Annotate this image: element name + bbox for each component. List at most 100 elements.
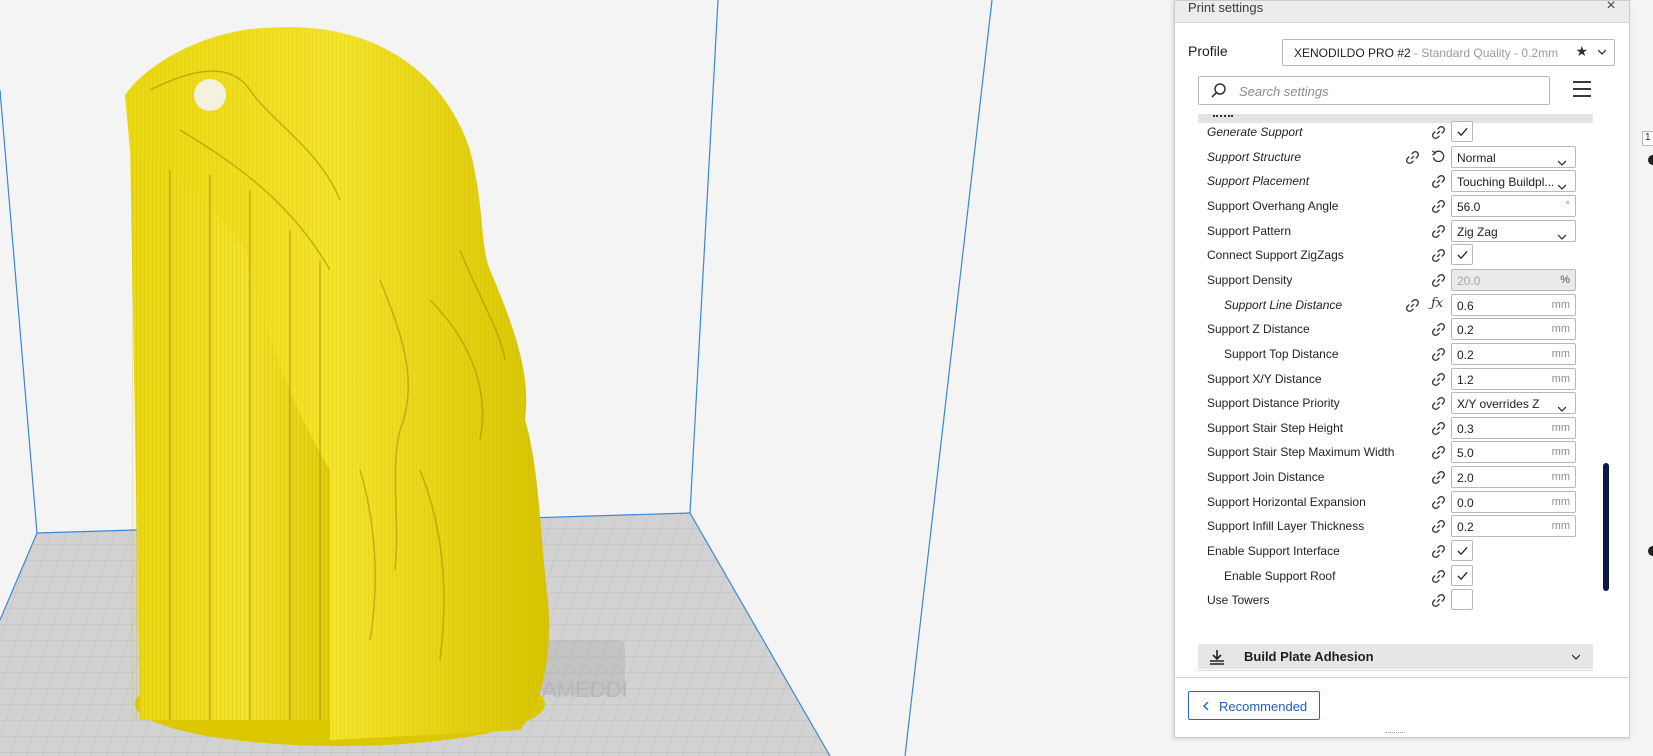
build-volume-edge	[904, 0, 993, 756]
setting-row-generate-support: Generate Support	[1198, 119, 1598, 145]
setting-number-field[interactable]: 0.2 mm	[1451, 342, 1576, 365]
star-icon[interactable]: ★	[1575, 43, 1588, 60]
setting-label: Support Join Distance	[1207, 470, 1325, 485]
setting-label: Support Pattern	[1207, 223, 1292, 238]
link-icon[interactable]	[1431, 372, 1446, 387]
field-value: 0.2	[1457, 323, 1474, 338]
link-icon[interactable]	[1431, 569, 1446, 584]
field-value: 5.0	[1457, 446, 1474, 461]
link-icon[interactable]	[1431, 544, 1446, 559]
setting-checkbox[interactable]	[1451, 589, 1473, 611]
setting-dropdown[interactable]: Zig Zag	[1451, 219, 1576, 242]
setting-label: Support Density	[1207, 272, 1293, 287]
setting-label: Support Structure	[1207, 149, 1302, 164]
right-edge-marker	[1648, 155, 1653, 165]
profile-name: XENODILDO PRO #2	[1294, 46, 1411, 60]
setting-label: Generate Support	[1207, 125, 1303, 139]
setting-checkbox[interactable]	[1451, 564, 1473, 586]
link-icon[interactable]	[1405, 298, 1420, 313]
dropdown-value: Zig Zag	[1457, 224, 1498, 239]
setting-dropdown[interactable]: Touching Buildpl...	[1451, 170, 1576, 193]
field-value: 0.2	[1457, 520, 1474, 535]
setting-row-support-top-distance: Support Top Distance 0.2 mm	[1198, 341, 1598, 367]
setting-number-field[interactable]: 56.0 °	[1451, 194, 1576, 217]
search-input[interactable]	[1239, 81, 1539, 101]
setting-dropdown[interactable]: Normal	[1451, 145, 1576, 168]
setting-row-support-line-distance: Support Line Distance ƒx 0.6 mm	[1198, 292, 1598, 318]
setting-number-field[interactable]: 0.6 mm	[1451, 293, 1576, 316]
right-edge-marker	[1648, 546, 1653, 556]
link-icon[interactable]	[1431, 445, 1446, 460]
setting-label: Support Distance Priority	[1207, 396, 1340, 411]
setting-row-enable-support-interface: Enable Support Interface	[1198, 538, 1598, 564]
right-edge-field-value: 1	[1645, 132, 1651, 143]
setting-label: Enable Support Interface	[1207, 544, 1340, 559]
setting-number-field[interactable]: 0.2 mm	[1451, 318, 1576, 341]
link-icon[interactable]	[1431, 396, 1446, 411]
setting-number-field[interactable]: 0.0 mm	[1451, 490, 1576, 513]
field-unit: mm	[1551, 446, 1570, 459]
right-edge-field[interactable]: 1	[1642, 131, 1653, 146]
chevron-down-icon	[1557, 228, 1567, 240]
search-box[interactable]	[1198, 76, 1550, 105]
link-icon[interactable]	[1431, 495, 1446, 510]
field-unit: mm	[1551, 520, 1570, 533]
link-icon[interactable]	[1431, 347, 1446, 362]
setting-dropdown[interactable]: X/Y overrides Z	[1451, 392, 1576, 415]
setting-number-field[interactable]: 2.0 mm	[1451, 466, 1576, 489]
reset-icon[interactable]	[1431, 149, 1446, 164]
setting-label: Use Towers	[1207, 593, 1270, 608]
setting-label: Support Stair Step Maximum Width	[1207, 445, 1395, 460]
recommended-button[interactable]: Recommended	[1188, 691, 1320, 720]
category-build-plate-adhesion[interactable]: Build Plate Adhesion	[1198, 644, 1593, 669]
setting-row-support-stair-step-maximum-width: Support Stair Step Maximum Width 5.0 mm	[1198, 439, 1598, 465]
setting-checkbox[interactable]	[1451, 540, 1473, 562]
setting-number-field[interactable]: 0.3 mm	[1451, 416, 1576, 439]
settings-menu-icon[interactable]	[1573, 81, 1593, 99]
dropdown-value: X/Y overrides Z	[1457, 397, 1540, 412]
setting-number-field: 20.0%	[1451, 268, 1576, 291]
setting-checkbox[interactable]	[1451, 244, 1473, 266]
build-volume-edge	[689, 0, 719, 514]
setting-number-field[interactable]: 5.0 mm	[1451, 441, 1576, 464]
setting-label: Support X/Y Distance	[1207, 371, 1322, 386]
setting-row-support-infill-layer-thickness: Support Infill Layer Thickness 0.2 mm	[1198, 513, 1598, 539]
resize-grip[interactable]	[1385, 732, 1405, 735]
setting-label: Support Line Distance	[1224, 297, 1343, 312]
link-icon[interactable]	[1431, 125, 1446, 140]
settings-scrollbar[interactable]	[1603, 463, 1609, 591]
field-unit: °	[1565, 199, 1570, 212]
link-icon[interactable]	[1405, 150, 1420, 165]
setting-row-support-horizontal-expansion: Support Horizontal Expansion 0.0 mm	[1198, 489, 1598, 515]
link-icon[interactable]	[1431, 199, 1446, 214]
link-icon[interactable]	[1431, 248, 1446, 263]
profile-dropdown[interactable]: XENODILDO PRO #2 - Standard Quality - 0.…	[1282, 39, 1615, 66]
field-value: 0.0	[1457, 495, 1474, 510]
chevron-down-icon	[1572, 654, 1580, 660]
setting-checkbox[interactable]	[1451, 121, 1473, 142]
link-icon[interactable]	[1431, 174, 1446, 189]
adhesion-icon	[1210, 650, 1224, 665]
link-icon[interactable]	[1431, 322, 1446, 337]
setting-label: Support Stair Step Height	[1207, 420, 1344, 435]
setting-label: Support Horizontal Expansion	[1207, 494, 1366, 509]
chevron-down-icon	[1557, 400, 1567, 413]
link-icon[interactable]	[1431, 421, 1446, 436]
dropdown-value: Touching Buildpl...	[1457, 175, 1555, 190]
settings-list[interactable]: Generate Support Support Structure Normal S…	[1198, 114, 1598, 674]
close-button[interactable]: ×	[1603, 0, 1619, 15]
link-icon[interactable]	[1431, 593, 1446, 608]
setting-number-field[interactable]: 0.2 mm	[1451, 515, 1576, 538]
link-icon[interactable]	[1431, 273, 1446, 288]
setting-number-field[interactable]: 1.2 mm	[1451, 367, 1576, 390]
setting-label: Support Placement	[1207, 174, 1310, 189]
link-icon[interactable]	[1431, 519, 1446, 534]
link-icon[interactable]	[1431, 224, 1446, 239]
setting-row-support-x-y-distance: Support X/Y Distance 1.2 mm	[1198, 366, 1598, 392]
formula-icon[interactable]: ƒx	[1431, 296, 1443, 311]
setting-row-support-distance-priority: Support Distance Priority X/Y overrides Z	[1198, 390, 1598, 416]
link-icon[interactable]	[1431, 470, 1446, 485]
field-value: 20.0	[1457, 273, 1481, 288]
print-settings-panel: Print settings × Profile XENODILDO PRO #…	[1174, 0, 1630, 738]
field-unit: mm	[1551, 372, 1570, 385]
